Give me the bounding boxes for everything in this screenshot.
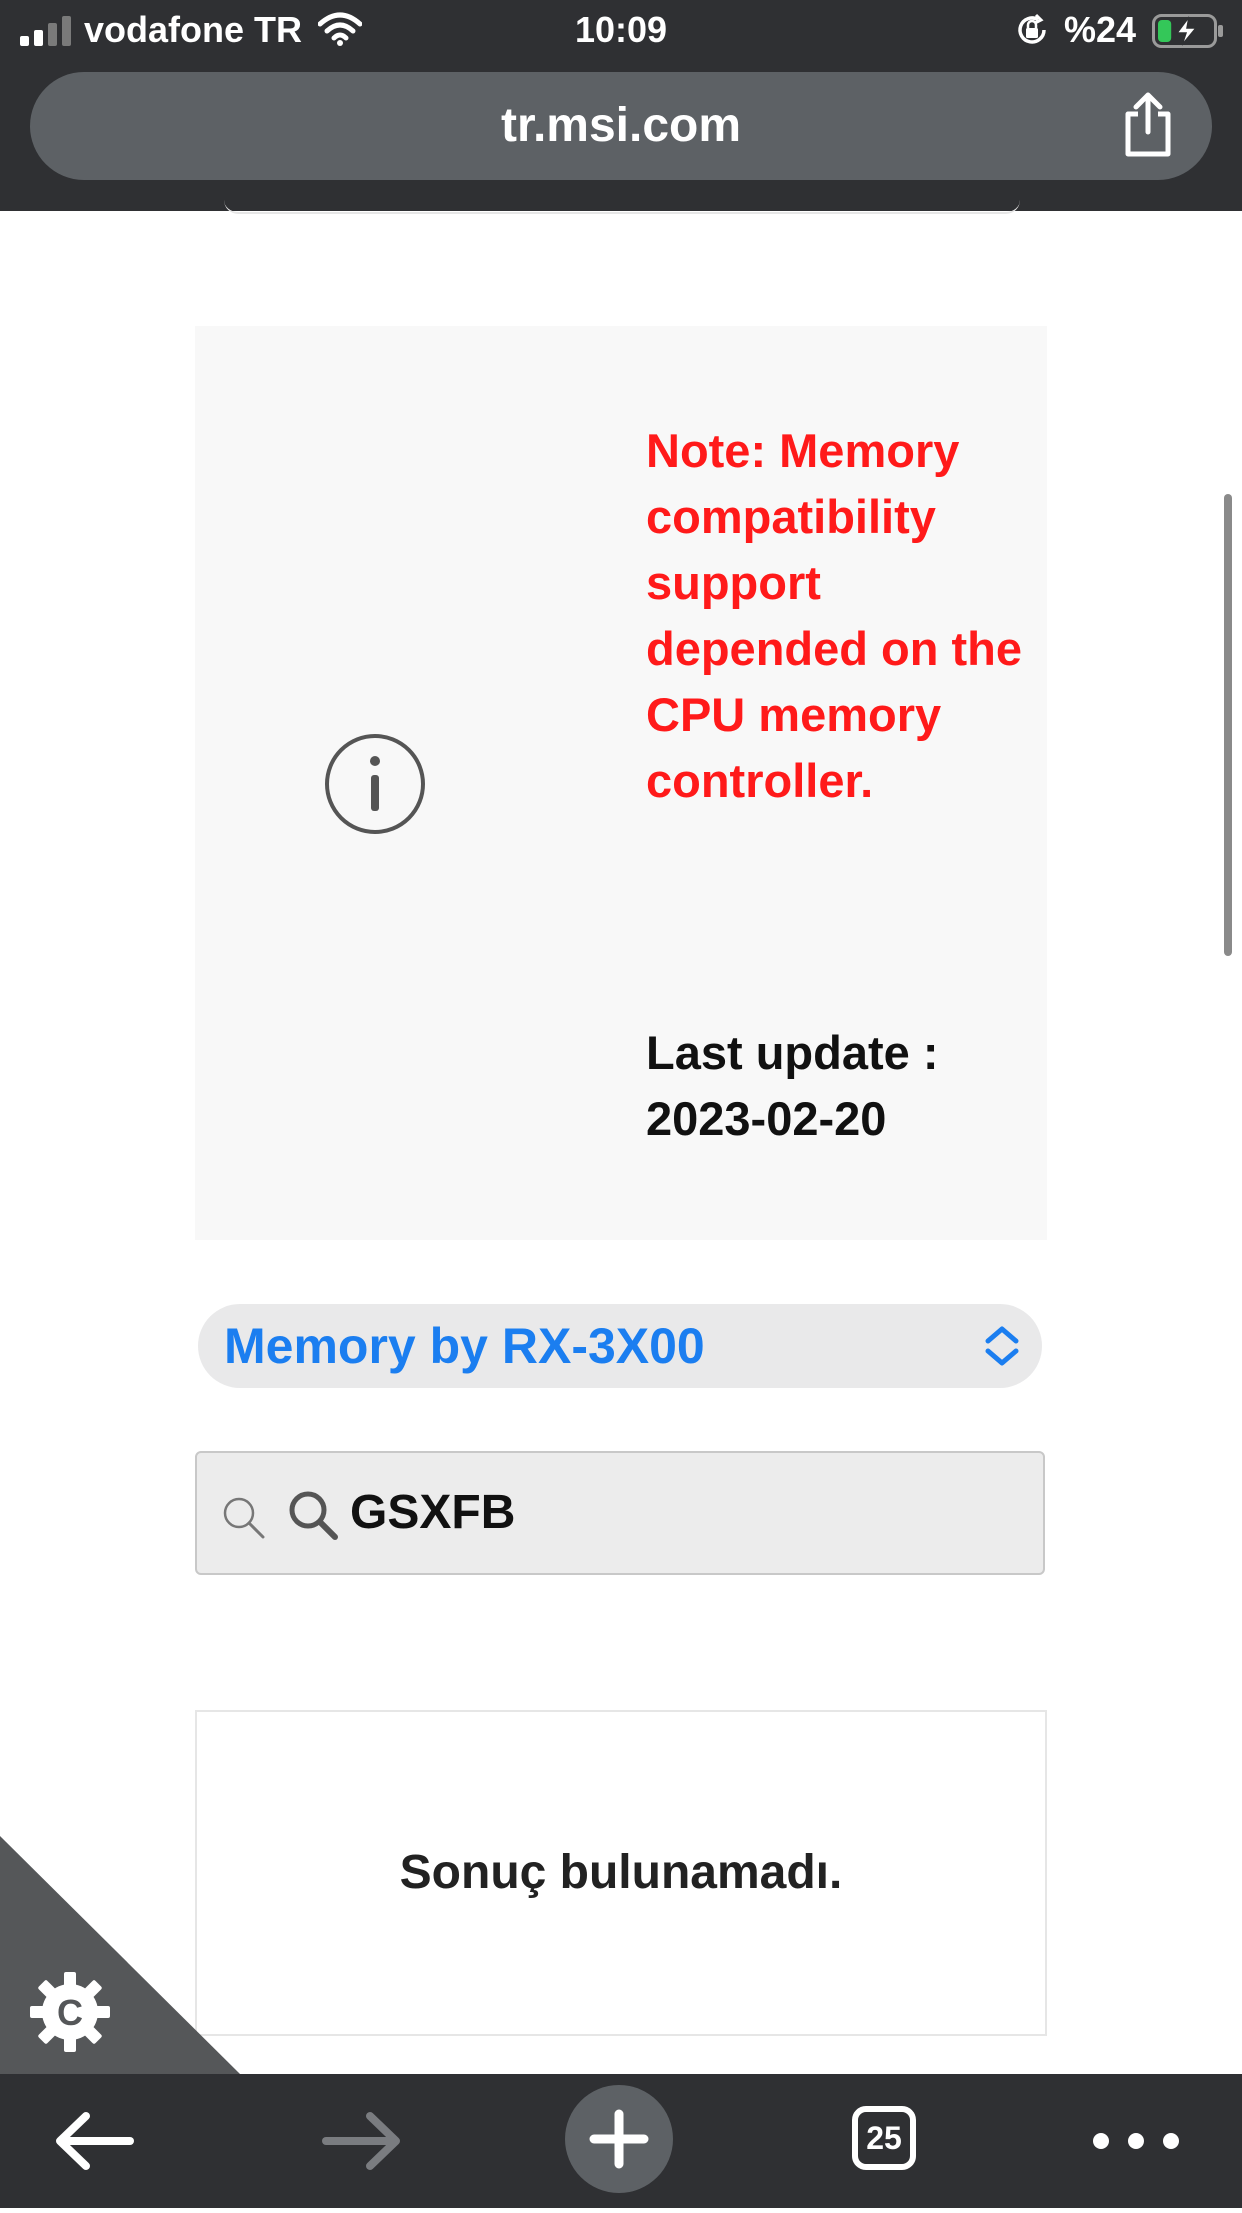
previous-card-edge [224,198,1020,214]
chevron-up-down-icon[interactable] [982,1324,1022,1368]
orientation-lock-icon [1018,13,1046,44]
memory-type-select[interactable]: Memory by RX-3X00 [198,1304,1042,1388]
arrow-right-icon [322,2112,400,2170]
status-bar: vodafone TR 10:09 %24 [0,0,1242,62]
arrow-left-icon [56,2112,134,2170]
info-circle-icon [325,734,425,834]
plus-icon [589,2109,649,2169]
search-icon [223,1497,265,1539]
browser-top-chrome: vodafone TR 10:09 %24 tr.msi.com [0,0,1242,211]
svg-text:C: C [57,1992,83,2033]
forward-button[interactable] [312,2074,412,2208]
memory-select-value[interactable]: Memory by RX-3X00 [224,1304,705,1388]
last-update: Last update : 2023-02-20 [646,1026,939,1145]
url-text[interactable]: tr.msi.com [30,72,1212,180]
search-icon [289,1491,338,1540]
new-tab-button[interactable] [565,2074,677,2208]
page-scrollbar[interactable] [1224,494,1232,956]
search-value[interactable]: GSXFB [350,1453,515,1573]
results-panel: Sonuç bulunamadı. [195,1710,1047,2036]
memory-search-input[interactable]: GSXFB [195,1451,1045,1575]
address-bar[interactable]: tr.msi.com [30,72,1212,180]
memory-note-panel: Note: Memory compatibility support depen… [195,326,1047,1240]
tabs-button[interactable]: 25 [838,2074,938,2208]
status-time: 10:09 [574,9,668,50]
share-icon[interactable] [1120,92,1176,158]
battery-percent: %24 [1064,9,1137,50]
no-results-message: Sonuç bulunamadı. [399,1846,843,1899]
tabs-icon[interactable]: 25 [852,2106,916,2170]
gear-icon[interactable]: C [26,1968,114,2056]
battery-charging-icon [1152,14,1223,48]
compatibility-note: Note: Memory compatibility support depen… [646,424,1022,807]
browser-toolbar: 25 [0,2074,1242,2208]
back-button[interactable] [44,2074,144,2208]
more-button[interactable] [1076,2074,1196,2208]
more-horizontal-icon [1093,2133,1179,2149]
